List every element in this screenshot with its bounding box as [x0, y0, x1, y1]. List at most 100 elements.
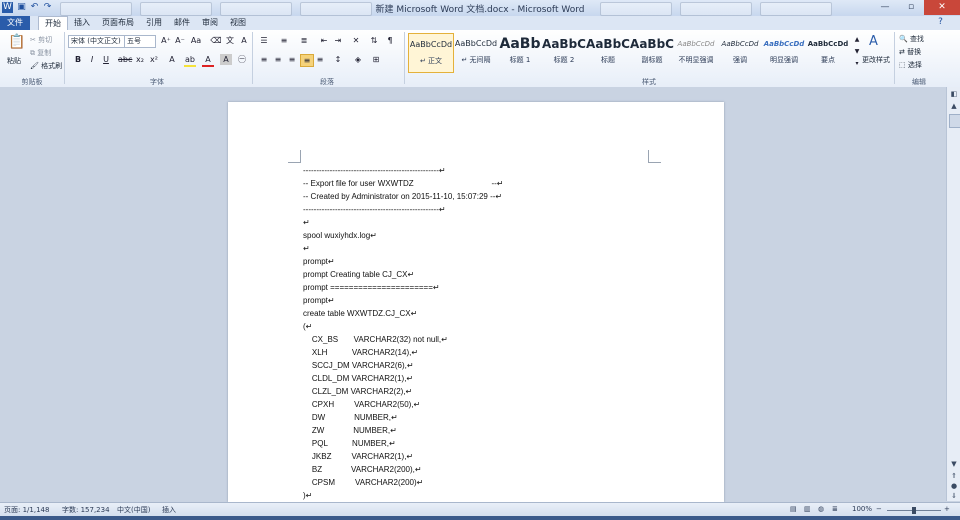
subscript-icon[interactable]: x₂ — [134, 54, 146, 65]
insert-mode[interactable]: 插入 — [162, 505, 176, 515]
change-styles-button[interactable]: 更改样式 — [862, 55, 890, 65]
increase-indent-icon[interactable]: ⇥ — [332, 35, 344, 46]
font-size-select[interactable]: 五号 — [124, 35, 156, 48]
next-page-icon[interactable]: ⇓ — [949, 491, 959, 501]
tab-view[interactable]: 视图 — [224, 16, 252, 30]
shrink-font-icon[interactable]: A⁻ — [174, 35, 186, 46]
align-right-icon[interactable]: ≡ — [286, 54, 298, 65]
tab-file[interactable]: 文件 — [0, 16, 30, 30]
tab-page-layout[interactable]: 页面布局 — [96, 16, 140, 30]
highlight-icon[interactable]: ab — [184, 54, 196, 67]
document-line[interactable]: BZ VARCHAR2(200),↵ — [303, 463, 703, 476]
clear-format-icon[interactable]: ⌫ — [210, 35, 222, 46]
borders-icon[interactable]: ⊞ — [370, 54, 382, 65]
document-line[interactable]: CLZL_DM VARCHAR2(2),↵ — [303, 385, 703, 398]
change-case-icon[interactable]: Aa — [190, 35, 202, 46]
align-left-icon[interactable]: ≡ — [258, 54, 270, 65]
document-line[interactable]: -- Export file for user WXWTDZ --↵ — [303, 177, 703, 190]
paste-button[interactable]: 粘贴 — [7, 56, 21, 66]
zoom-slider-thumb[interactable] — [912, 507, 916, 514]
document-line[interactable]: ↵ — [303, 216, 703, 229]
scroll-down-icon[interactable]: ▼ — [949, 459, 959, 469]
ruler-toggle-icon[interactable]: ◧ — [949, 89, 959, 99]
justify-icon[interactable]: ≡ — [300, 54, 314, 67]
document-line[interactable]: -- Created by Administrator on 2015-11-1… — [303, 190, 703, 203]
document-line[interactable]: SCCJ_DM VARCHAR2(6),↵ — [303, 359, 703, 372]
view-print-layout-icon[interactable]: ▤ — [790, 505, 797, 513]
multilevel-list-icon[interactable]: ≣ — [298, 35, 310, 46]
strikethrough-icon[interactable]: abc — [118, 54, 132, 65]
page-count[interactable]: 页面: 1/1,148 — [4, 505, 49, 515]
char-border-icon[interactable]: A — [238, 35, 250, 46]
phonetic-guide-icon[interactable]: 文 — [224, 35, 236, 46]
tab-references[interactable]: 引用 — [140, 16, 168, 30]
paste-icon[interactable]: 📋 — [8, 34, 25, 50]
superscript-icon[interactable]: x² — [148, 54, 160, 65]
change-styles-icon[interactable]: A — [869, 34, 878, 49]
maximize-button[interactable]: ▫ — [898, 0, 924, 15]
tab-mailings[interactable]: 邮件 — [168, 16, 196, 30]
sort-icon[interactable]: ⇅ — [368, 35, 380, 46]
style-strong[interactable]: AaBbCcDd 要点 — [806, 33, 850, 71]
style-subtitle[interactable]: AaBbC 副标题 — [630, 33, 674, 71]
document-line[interactable]: PQL NUMBER,↵ — [303, 437, 703, 450]
zoom-out-icon[interactable]: − — [876, 505, 882, 513]
replace-button[interactable]: ⇄ 替换 — [899, 47, 921, 57]
char-shading-icon[interactable]: A — [220, 54, 232, 65]
tab-insert[interactable]: 插入 — [68, 16, 96, 30]
line-spacing-icon[interactable]: ↕ — [332, 54, 344, 65]
font-color-icon[interactable]: A — [202, 54, 214, 67]
previous-page-icon[interactable]: ⇑ — [949, 471, 959, 481]
view-reading-icon[interactable]: ▥ — [804, 505, 811, 513]
italic-icon[interactable]: I — [86, 54, 98, 65]
distributed-icon[interactable]: ≡ — [314, 54, 326, 65]
document-line[interactable]: CPXH VARCHAR2(50),↵ — [303, 398, 703, 411]
document-line[interactable]: CLDL_DM VARCHAR2(1),↵ — [303, 372, 703, 385]
enclose-char-icon[interactable]: ㊀ — [236, 54, 248, 65]
document-line[interactable]: prompt↵ — [303, 294, 703, 307]
style-intense-emphasis[interactable]: AaBbCcDd 明显强调 — [762, 33, 806, 71]
styles-scroll-up-icon[interactable]: ▲ — [851, 34, 863, 45]
browse-object-icon[interactable]: ● — [949, 481, 959, 491]
document-line[interactable]: ----------------------------------------… — [303, 203, 703, 216]
document-line[interactable]: spool wuxiyhdx.log↵ — [303, 229, 703, 242]
underline-icon[interactable]: U — [100, 54, 112, 65]
find-button[interactable]: 🔍 查找 — [899, 34, 924, 44]
document-line[interactable]: ↵ — [303, 242, 703, 255]
view-outline-icon[interactable]: ≣ — [832, 505, 838, 513]
document-line[interactable]: JKBZ VARCHAR2(1),↵ — [303, 450, 703, 463]
tab-home[interactable]: 开始 — [38, 16, 68, 31]
document-line[interactable]: CPSM VARCHAR2(200)↵ — [303, 476, 703, 489]
copy-button[interactable]: ⧉ 复制 — [30, 48, 51, 58]
text-effects-icon[interactable]: A — [166, 54, 178, 65]
style-emphasis[interactable]: AaBbCcDd 强调 — [718, 33, 762, 71]
document-line[interactable]: prompt Creating table CJ_CX↵ — [303, 268, 703, 281]
style-title[interactable]: AaBbC 标题 — [586, 33, 630, 71]
minimize-button[interactable]: — — [872, 0, 898, 15]
view-web-icon[interactable]: ◍ — [818, 505, 824, 513]
style-normal[interactable]: AaBbCcDd ↵ 正文 — [408, 33, 454, 73]
style-heading-1[interactable]: AaBb 标题 1 — [498, 33, 542, 71]
scroll-up-icon[interactable]: ▲ — [949, 101, 959, 111]
document-line[interactable]: prompt↵ — [303, 255, 703, 268]
language-indicator[interactable]: 中文(中国) — [117, 505, 150, 515]
document-line[interactable]: create table WXWTDZ.CJ_CX↵ — [303, 307, 703, 320]
document-line[interactable]: (↵ — [303, 320, 703, 333]
grow-font-icon[interactable]: A⁺ — [160, 35, 172, 46]
cut-button[interactable]: ✂ 剪切 — [30, 35, 52, 45]
document-line[interactable]: XLH VARCHAR2(14),↵ — [303, 346, 703, 359]
align-center-icon[interactable]: ≡ — [272, 54, 284, 65]
bullets-icon[interactable]: ☰ — [258, 35, 270, 46]
document-line[interactable]: DW NUMBER,↵ — [303, 411, 703, 424]
style-subtle-emphasis[interactable]: AaBbCcDd 不明显强调 — [674, 33, 718, 71]
zoom-in-icon[interactable]: + — [944, 505, 950, 513]
document-line[interactable]: )↵ — [303, 489, 703, 502]
document-page[interactable]: ----------------------------------------… — [228, 102, 724, 502]
help-icon[interactable]: ? — [935, 17, 946, 28]
show-marks-icon[interactable]: ¶ — [384, 35, 396, 46]
select-button[interactable]: ⬚ 选择 — [899, 60, 922, 70]
document-line[interactable]: ----------------------------------------… — [303, 164, 703, 177]
style-heading-2[interactable]: AaBbC 标题 2 — [542, 33, 586, 71]
document-line[interactable]: ZW NUMBER,↵ — [303, 424, 703, 437]
document-line[interactable]: CX_BS VARCHAR2(32) not null,↵ — [303, 333, 703, 346]
